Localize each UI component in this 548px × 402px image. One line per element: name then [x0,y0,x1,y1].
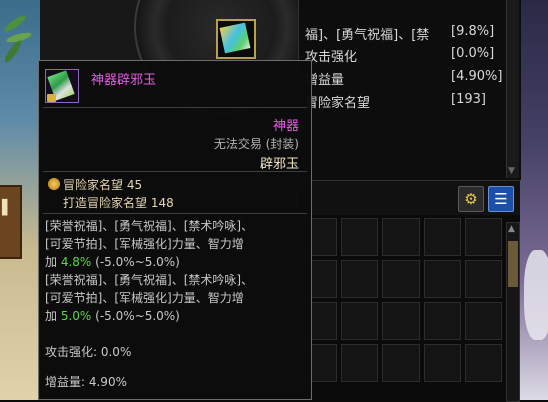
effect-line: [荣誉祝福]、[勇气祝福]、[禁术吟咏]、 [45,219,254,233]
scroll-down-arrow-icon[interactable]: ▼ [508,166,515,176]
item-name-repeat: 辟邪玉 [259,157,299,172]
inventory-slot[interactable] [382,218,420,256]
effect-line: [荣誉祝福]、[勇气祝福]、[禁术吟咏]、 [45,273,254,287]
inventory-grid [300,218,502,400]
craft-fame-line: 打造冒险家名望 148 [63,194,174,211]
fame-value: 45 [126,178,143,192]
stat-name: 冒险家名望 [305,96,371,111]
right-scenery [520,0,548,400]
inventory-slot[interactable] [423,218,461,256]
effect-line: 加 4.8% (-5.0%~5.0%) [45,253,307,271]
effect-roll-value: 5.0% [60,309,92,323]
palm-leaf [2,38,24,65]
fame-medal-icon [47,177,61,191]
effect-range: (-5.0%~5.0%) [91,309,180,323]
scrollbar-thumb[interactable] [508,241,518,287]
craft-fame-value: 148 [150,196,174,210]
equipment-header-area [40,0,308,114]
fame-label: 冒险家名望 [63,178,124,192]
inventory-slot[interactable] [423,344,461,382]
divider [43,213,307,214]
effect-range: (-5.0%~5.0%) [91,255,180,269]
lock-icon [47,94,56,102]
item-name: 神器辟邪玉 [91,73,157,88]
inventory-slot[interactable] [464,302,502,340]
inventory-slot[interactable] [341,344,379,382]
inventory-slot[interactable] [341,260,379,298]
equipped-item-slot[interactable] [216,19,256,59]
artifact-gem-icon [219,22,251,54]
inventory-slot[interactable] [341,302,379,340]
effect-prefix: 加 [45,309,61,323]
inventory-slot[interactable] [341,218,379,256]
stats-panel: 福]、[勇气祝福]、[禁 [9.8%] 攻击强化 [0.0%] 增益量 [4.9… [298,0,521,180]
scenery-cloud [524,250,548,340]
stat-value: [9.8%] [451,24,495,39]
effect-block-1: [荣誉祝福]、[勇气祝福]、[禁术吟咏]、 [可爱节拍]、[军械强化]力量、智力… [45,217,307,271]
inventory-slot[interactable] [464,344,502,382]
effect-prefix: 加 [45,255,61,269]
inventory-slot[interactable] [423,302,461,340]
inventory-slot[interactable] [382,302,420,340]
item-rarity: 神器 [272,119,299,134]
inventory-toolbar: ⚙ ☰ [298,180,520,215]
effect-line: [可爱节拍]、[军械强化]力量、智力增 [45,237,244,251]
scroll-up-arrow-icon[interactable]: ▲ [508,224,515,234]
effect-block-2: [荣誉祝福]、[勇气祝福]、[禁术吟咏]、 [可爱节拍]、[军械强化]力量、智力… [45,271,307,325]
craft-fame-label: 打造冒险家名望 [63,196,148,210]
wooden-sign [0,185,22,259]
stat-name: 攻击强化 [305,50,358,65]
palm-leaf [2,13,28,34]
artifact-gem-icon [45,69,79,103]
inventory-scrollbar[interactable]: ▲ [506,222,520,402]
attack-boost-line: 攻击强化: 0.0% [45,345,132,359]
inventory-slot[interactable] [464,218,502,256]
stat-name: 福]、[勇气祝福]、[禁 [305,28,430,43]
divider [43,107,307,108]
stats-scrollbar[interactable]: ▼ [506,0,519,178]
buff-amount-line: 增益量: 4.90% [45,375,127,389]
inventory-slot[interactable] [382,260,420,298]
inventory-slot[interactable] [423,260,461,298]
left-scenery: ▌ [0,0,40,400]
divider [43,171,307,172]
item-tooltip: 神器辟邪玉 神器 无法交易 (封装) 辟邪玉 冒险家名望 45 打造冒险家名望 … [38,60,312,400]
inventory-slot[interactable] [382,344,420,382]
stat-value: [0.0%] [451,46,495,61]
sign-glyph: ▌ [2,200,13,216]
trade-status: 无法交易 (封装) [213,137,299,151]
gear-icon[interactable]: ⚙ [458,186,484,212]
effect-roll-value: 4.8% [60,255,92,269]
stat-value: [4.90%] [451,69,503,84]
inventory-slot[interactable] [464,260,502,298]
stat-value: [193] [451,92,486,107]
list-view-icon[interactable]: ☰ [488,186,514,212]
effect-line: 加 5.0% (-5.0%~5.0%) [45,307,307,325]
effect-line: [可爱节拍]、[军械强化]力量、智力增 [45,291,244,305]
fame-line: 冒险家名望 45 [63,176,142,193]
